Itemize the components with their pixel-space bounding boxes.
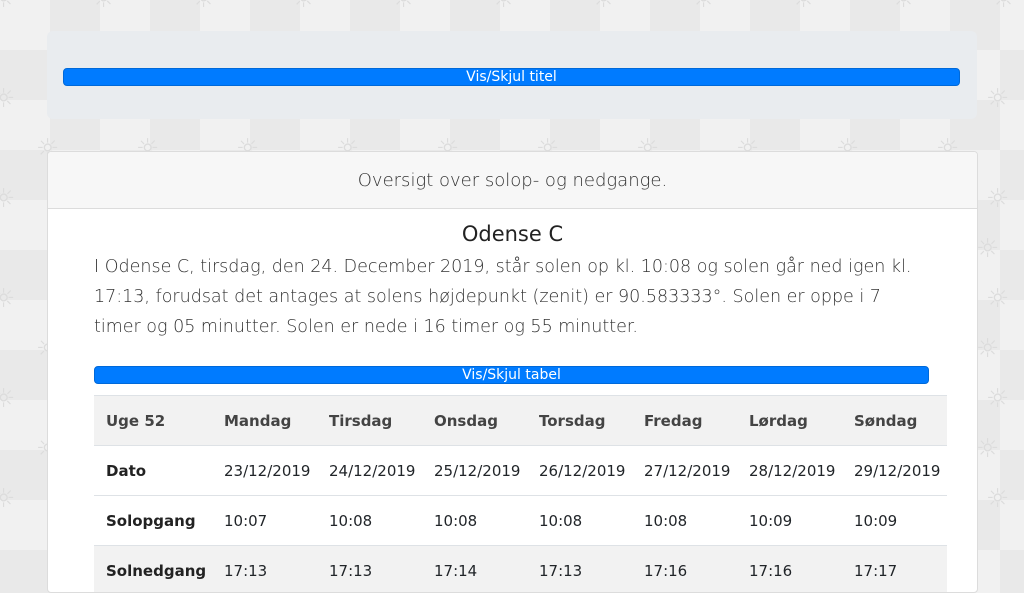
table-cell: 17:13 [527,546,632,593]
row-label: Solopgang [94,496,212,546]
toggle-table-button[interactable]: Vis/Skjul tabel [94,366,929,384]
day-header: Tirsdag [317,396,422,446]
title-jumbotron: Vis/Skjul titel [47,31,977,119]
table-cell: 17:17 [842,546,947,593]
day-header: Mandag [212,396,317,446]
table-cell: 17:16 [737,546,842,593]
table-cell: 10:08 [317,496,422,546]
table-cell: 17:13 [317,546,422,593]
toggle-title-button[interactable]: Vis/Skjul titel [63,68,960,86]
card-header-title: Oversigt over solop- og nedgange. [48,152,977,209]
table-cell: 10:08 [527,496,632,546]
sun-table: Uge 52 Mandag Tirsdag Onsdag Torsdag Fre… [94,395,947,593]
table-row-sunrise: Solopgang 10:07 10:08 10:08 10:08 10:08 … [94,496,947,546]
table-cell: 17:13 [212,546,317,593]
table-cell: 25/12/2019 [422,446,527,496]
sun-description: I Odense C, tirsdag, den 24. December 20… [94,252,931,342]
table-cell: 28/12/2019 [737,446,842,496]
table-cell: 26/12/2019 [527,446,632,496]
table-cell: 17:16 [632,546,737,593]
table-cell: 27/12/2019 [632,446,737,496]
table-cell: 17:14 [422,546,527,593]
table-header-row: Uge 52 Mandag Tirsdag Onsdag Torsdag Fre… [94,396,947,446]
day-header: Fredag [632,396,737,446]
table-cell: 10:07 [212,496,317,546]
row-label: Solnedgang [94,546,212,593]
table-cell: 29/12/2019 [842,446,947,496]
table-cell: 10:09 [737,496,842,546]
table-cell: 23/12/2019 [212,446,317,496]
day-header: Onsdag [422,396,527,446]
day-header: Torsdag [527,396,632,446]
city-heading: Odense C [48,222,977,246]
table-cell: 10:08 [632,496,737,546]
table-cell: 10:09 [842,496,947,546]
table-row-sunset: Solnedgang 17:13 17:13 17:14 17:13 17:16… [94,546,947,593]
sun-overview-card: Oversigt over solop- og nedgange. Odense… [47,151,978,593]
day-header: Søndag [842,396,947,446]
row-label: Dato [94,446,212,496]
table-cell: 24/12/2019 [317,446,422,496]
table-row-date: Dato 23/12/2019 24/12/2019 25/12/2019 26… [94,446,947,496]
day-header: Lørdag [737,396,842,446]
week-label: Uge 52 [94,396,212,446]
table-cell: 10:08 [422,496,527,546]
